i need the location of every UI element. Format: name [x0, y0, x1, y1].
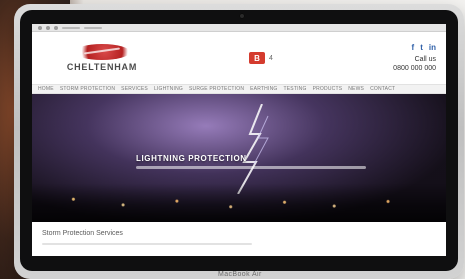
content-section: Storm Protection Services [32, 222, 446, 256]
content-title: Storm Protection Services [42, 230, 123, 237]
social-links: f t in [412, 43, 436, 52]
tab-bar-line [84, 26, 102, 29]
hero-subtitle-line [136, 166, 366, 169]
twitter-icon[interactable]: t [420, 43, 423, 52]
lightning-bolt-icon [237, 104, 269, 194]
badge-mark: B [249, 52, 266, 64]
os-top-bar [32, 24, 446, 32]
nav-item-products[interactable]: Products [313, 86, 343, 92]
site-header: CHELTENHAM B 4 f t in Call us 0800 000 0… [32, 32, 446, 84]
city-lights [32, 184, 446, 222]
hero-banner: Lightning Protection [32, 94, 446, 222]
nav-item-contact[interactable]: Contact [370, 86, 395, 92]
nav-item-services[interactable]: Services [121, 86, 148, 92]
header-badge: B 4 [249, 52, 273, 64]
nav-item-surge-protection[interactable]: Surge protection [189, 86, 244, 92]
main-navigation: Home Storm protection Services Lightning… [32, 84, 446, 94]
laptop-screen: CHELTENHAM B 4 f t in Call us 0800 000 0… [32, 24, 446, 256]
laptop: CHELTENHAM B 4 f t in Call us 0800 000 0… [14, 4, 464, 279]
contact-line-1: Call us [414, 56, 436, 63]
device-brand-label: MacBook Air [218, 271, 262, 278]
nav-item-lightning[interactable]: Lightning [154, 86, 183, 92]
header-contact: Call us 0800 000 000 [393, 55, 436, 73]
content-divider [42, 243, 252, 245]
logo-mark-icon [74, 44, 130, 60]
tab-bar-line [62, 26, 80, 29]
window-dot-icon [54, 25, 58, 30]
nav-item-news[interactable]: News [348, 86, 364, 92]
nav-item-storm-protection[interactable]: Storm protection [60, 86, 115, 92]
logo-text: CHELTENHAM [66, 62, 138, 72]
nav-item-earthing[interactable]: Earthing [250, 86, 277, 92]
window-dot-icon [38, 25, 42, 30]
badge-text: 4 [269, 54, 273, 62]
hero-title: Lightning Protection [136, 154, 247, 163]
site-logo[interactable]: CHELTENHAM [42, 44, 162, 72]
linkedin-icon[interactable]: in [429, 43, 436, 52]
nav-item-testing[interactable]: Testing [284, 86, 307, 92]
window-dot-icon [46, 25, 50, 30]
nav-item-home[interactable]: Home [38, 86, 54, 92]
scene: CHELTENHAM B 4 f t in Call us 0800 000 0… [0, 0, 465, 279]
facebook-icon[interactable]: f [412, 43, 415, 52]
camera-icon [239, 13, 245, 19]
contact-line-2: 0800 000 000 [393, 65, 436, 72]
header-right: f t in Call us 0800 000 000 [360, 43, 436, 73]
